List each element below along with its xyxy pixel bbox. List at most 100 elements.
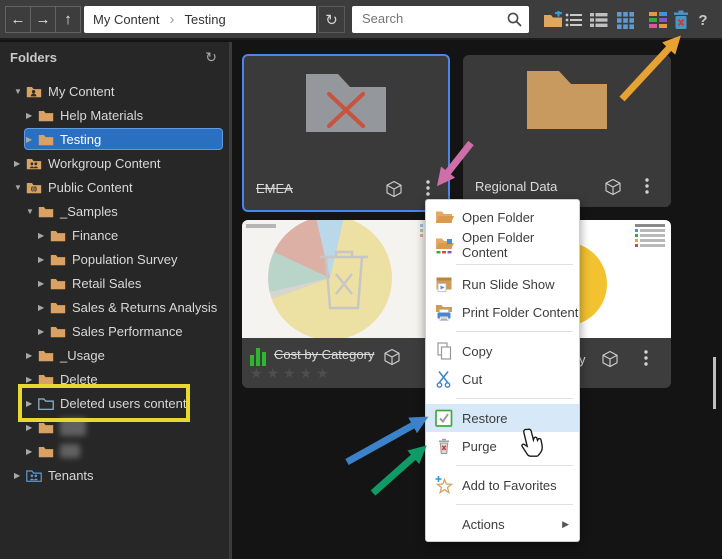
green-arrow-annotation [373, 454, 417, 493]
tiles-view-button[interactable] [646, 8, 670, 32]
help-button[interactable]: ? [691, 8, 715, 32]
menu-item-actions[interactable]: Actions ▶ [426, 510, 579, 538]
expander-icon[interactable]: ▶ [38, 327, 50, 336]
menu-item-print-folder-content[interactable]: Print Folder Content [426, 298, 579, 326]
folder-icon [50, 301, 66, 314]
star-plus-icon [434, 475, 454, 495]
sidebar-item-retail-sales[interactable]: ▶ Retail Sales [0, 271, 229, 295]
grid-view-icon [617, 12, 634, 29]
folder-tree: ▼ My Content ▶ Help Materials ▶ Testing … [0, 79, 229, 487]
folder-icon [38, 421, 54, 434]
expander-icon[interactable]: ▶ [26, 375, 38, 384]
content-type-cube-icon [385, 180, 403, 198]
menu-separator [456, 504, 573, 505]
details-view-button[interactable] [587, 8, 611, 32]
expander-icon[interactable]: ▶ [38, 303, 50, 312]
expander-icon[interactable]: ▶ [26, 351, 38, 360]
menu-item-purge[interactable]: Purge [426, 432, 579, 460]
folder-icon [38, 205, 54, 218]
sidebar-item-label: Population Survey [72, 252, 178, 267]
sidebar-item-my-content[interactable]: ▼ My Content [0, 79, 229, 103]
search-input[interactable] [352, 6, 502, 31]
search-icon[interactable] [506, 11, 523, 28]
expander-icon[interactable]: ▼ [14, 183, 26, 192]
folder-icon [50, 325, 66, 338]
globe-folder-icon [26, 181, 42, 194]
sidebar-item-workgroup-content[interactable]: ▶ Workgroup Content [0, 151, 229, 175]
up-button[interactable]: ↑ [55, 6, 81, 33]
list-view-button[interactable] [562, 8, 586, 32]
tiles-view-icon [649, 12, 667, 28]
back-button[interactable]: ← [5, 6, 31, 33]
deleted-folder-icon [300, 70, 392, 136]
forward-icon: → [36, 11, 51, 28]
workgroup-folder-icon [26, 157, 42, 170]
forward-button[interactable]: → [30, 6, 56, 33]
sidebar-item-finance[interactable]: ▶ Finance [0, 223, 229, 247]
expander-icon[interactable]: ▶ [38, 279, 50, 288]
breadcrumb-item[interactable]: Testing [184, 12, 225, 27]
folders-panel: Folders ↻ ▼ My Content ▶ Help Materials … [0, 42, 232, 559]
expander-icon[interactable]: ▶ [38, 231, 50, 240]
top-toolbar: ← → ↑ My Content › Testing ↻ [0, 0, 722, 40]
folder-icon [38, 109, 54, 122]
new-folder-icon [543, 11, 563, 29]
menu-item-cut[interactable]: Cut [426, 365, 579, 393]
expander-icon[interactable]: ▶ [26, 423, 38, 432]
search-box [352, 6, 529, 33]
sidebar-item-public-content[interactable]: ▼ Public Content [0, 175, 229, 199]
more-menu-icon[interactable] [426, 180, 430, 196]
menu-item-run-slide-show[interactable]: Run Slide Show [426, 270, 579, 298]
folder-icon [38, 445, 54, 458]
sidebar-item-sales-performance[interactable]: ▶ Sales Performance [0, 319, 229, 343]
sidebar-item-testing[interactable]: ▶ Testing [0, 127, 229, 151]
recycle-bin-button[interactable] [669, 8, 693, 32]
sidebar-item-samples[interactable]: ▼ _Samples [0, 199, 229, 223]
menu-item-copy[interactable]: Copy [426, 337, 579, 365]
thumbnail-title-text [246, 224, 276, 228]
deleted-trash-watermark-icon [316, 246, 372, 312]
sidebar-item-label: _Samples [60, 204, 118, 219]
expander-icon[interactable]: ▶ [14, 471, 26, 480]
list-view-icon [565, 12, 583, 28]
tile-cost-by-category[interactable]: Cost by Category ★★★★★ [242, 220, 450, 388]
content-scrollbar-thumb[interactable] [713, 357, 716, 409]
blue-arrow-annotation [347, 423, 417, 462]
menu-item-open-folder[interactable]: Open Folder [426, 203, 579, 231]
content-type-cube-icon [604, 178, 622, 196]
more-menu-icon[interactable] [644, 350, 648, 366]
rating-stars[interactable]: ★★★★★ [250, 365, 333, 382]
context-menu: Open Folder Open Folder Content Run Slid… [425, 199, 580, 542]
expander-icon[interactable]: ▶ [26, 447, 38, 456]
details-view-icon [590, 12, 608, 28]
expander-icon[interactable]: ▶ [14, 159, 26, 168]
sidebar-item-usage[interactable]: ▶ _Usage [0, 343, 229, 367]
tile-regional-data[interactable]: Regional Data [463, 55, 671, 207]
sidebar-item-redacted[interactable]: ▶ [0, 439, 229, 463]
menu-item-add-to-favorites[interactable]: Add to Favorites [426, 471, 579, 499]
breadcrumb: My Content › Testing [84, 6, 316, 33]
grid-view-button[interactable] [613, 8, 637, 32]
menu-item-open-folder-content[interactable]: Open Folder Content [426, 231, 579, 259]
refresh-button[interactable]: ↻ [318, 6, 345, 33]
more-menu-icon[interactable] [645, 178, 649, 194]
expander-icon[interactable]: ▶ [38, 255, 50, 264]
content-type-cube-icon [383, 348, 401, 366]
expander-icon[interactable]: ▼ [14, 87, 26, 96]
expander-icon[interactable]: ▶ [26, 135, 38, 144]
copy-icon [434, 341, 454, 361]
yellow-highlight-annotation [18, 384, 190, 422]
sidebar-item-population-survey[interactable]: ▶ Population Survey [0, 247, 229, 271]
expander-icon[interactable]: ▶ [26, 111, 38, 120]
sidebar-item-help-materials[interactable]: ▶ Help Materials [0, 103, 229, 127]
expander-icon[interactable]: ▼ [26, 207, 38, 216]
menu-separator [456, 264, 573, 265]
panel-refresh-icon[interactable]: ↻ [205, 49, 217, 66]
sidebar-item-sales-returns-analysis[interactable]: ▶ Sales & Returns Analysis [0, 295, 229, 319]
sidebar-item-tenants[interactable]: ▶ Tenants [0, 463, 229, 487]
menu-item-restore[interactable]: Restore [426, 404, 579, 432]
slide-show-icon [434, 274, 454, 294]
scissors-icon [434, 369, 454, 389]
tile-emea[interactable]: EMEA [242, 54, 450, 212]
breadcrumb-item[interactable]: My Content [93, 12, 159, 27]
